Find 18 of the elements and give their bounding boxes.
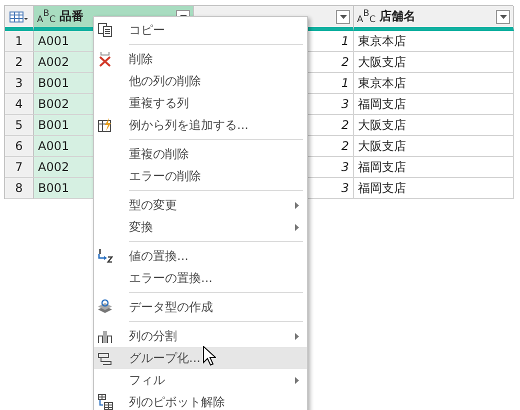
text-type-icon: ABC (37, 8, 56, 24)
table-cell: 大阪支店 (354, 115, 514, 136)
table-cell: 大阪支店 (354, 52, 514, 73)
table-cell: 東京本店 (354, 73, 514, 94)
row-number: 6 (5, 136, 34, 157)
table-cell: 福岡支店 (354, 178, 514, 199)
table-cell: 東京本店 (354, 31, 514, 52)
row-number: 3 (5, 73, 34, 94)
row-number: 7 (5, 157, 34, 178)
table-cell: 大阪支店 (354, 136, 514, 157)
row-number: 1 (5, 31, 34, 52)
table-cell: 福岡支店 (354, 157, 514, 178)
row-number: 4 (5, 94, 34, 115)
row-number: 2 (5, 52, 34, 73)
table-cell: 福岡支店 (354, 94, 514, 115)
text-type-icon: ABC (357, 8, 376, 24)
row-number: 5 (5, 115, 34, 136)
row-number: 8 (5, 178, 34, 199)
